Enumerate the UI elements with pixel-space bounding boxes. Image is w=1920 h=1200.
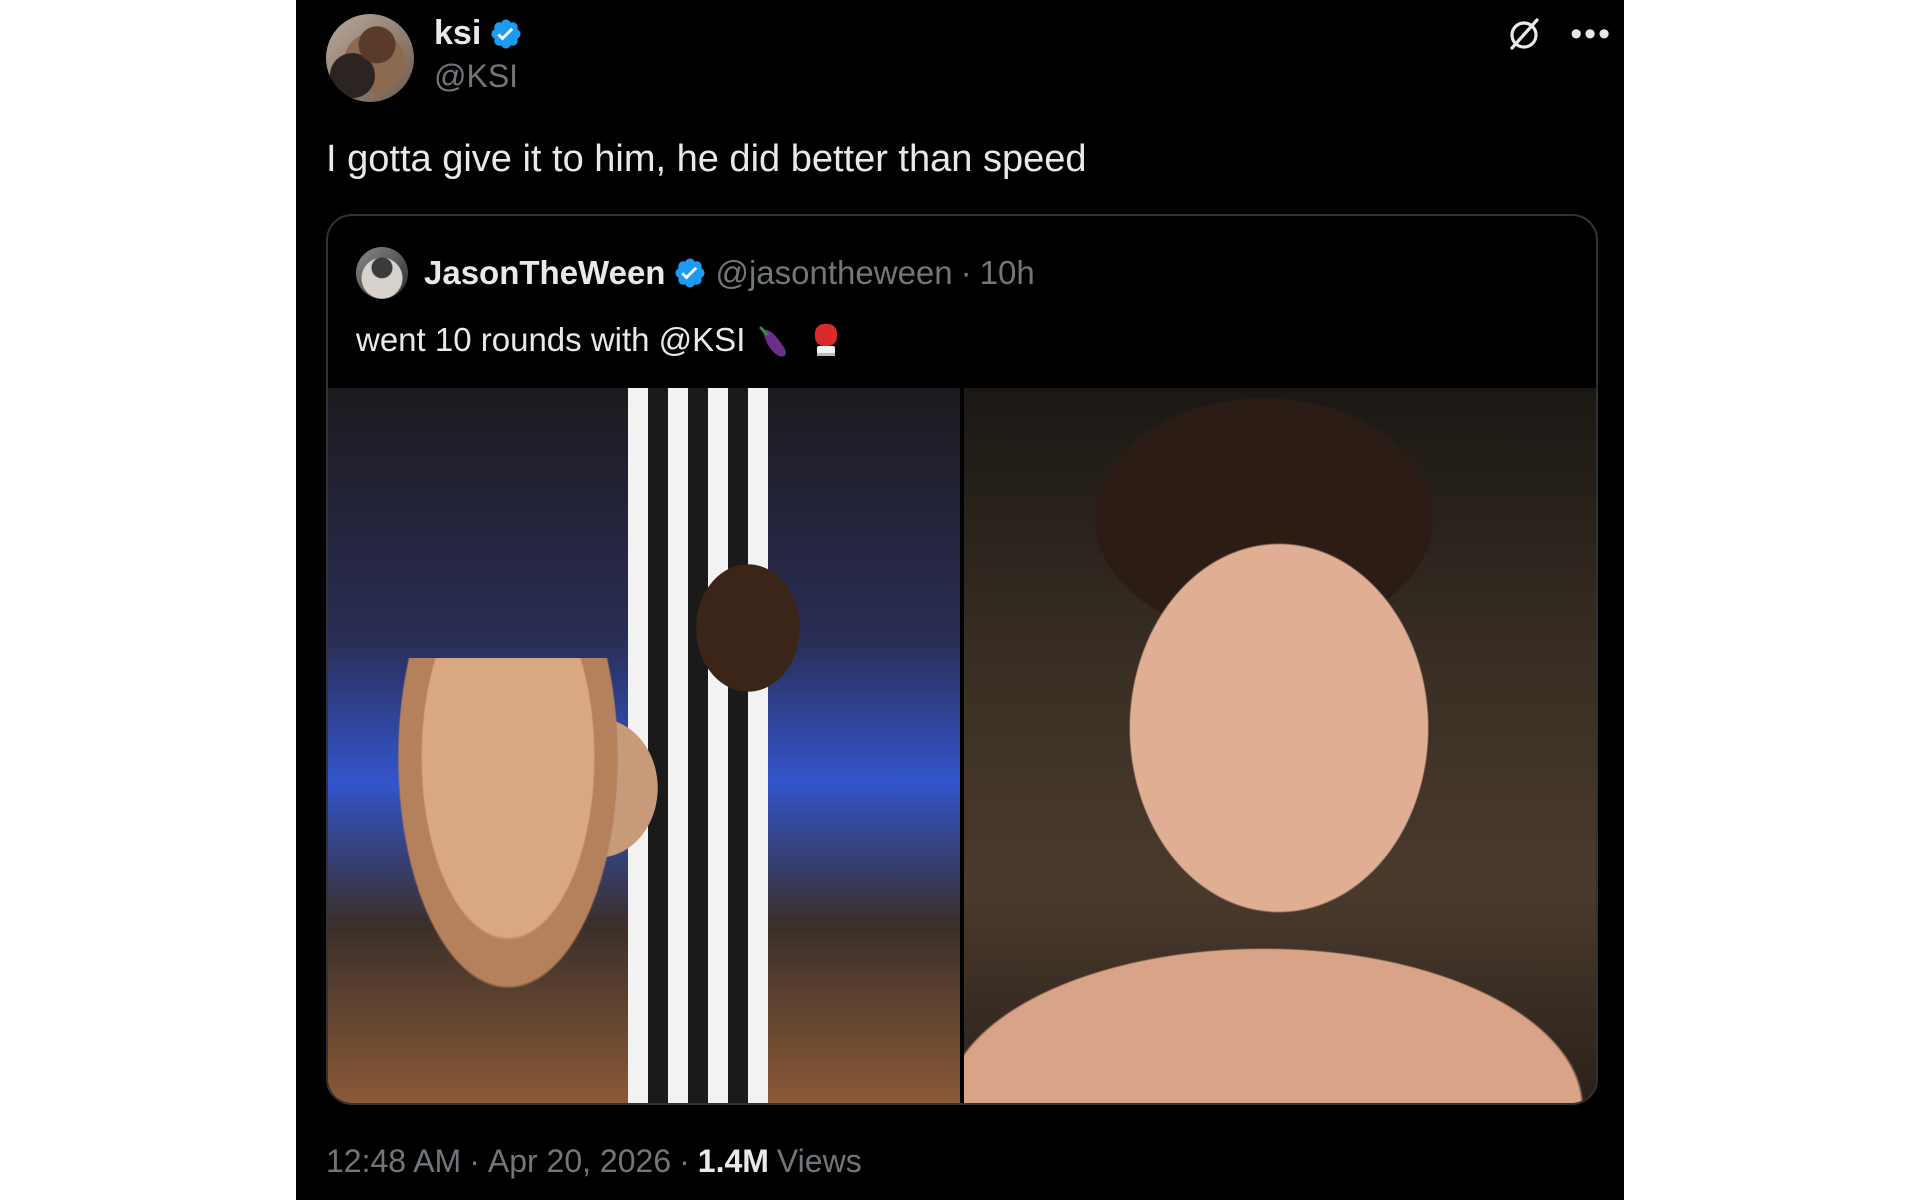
quoted-tweet-time[interactable]: 10h — [980, 254, 1035, 292]
verified-badge-icon — [675, 258, 705, 288]
more-icon[interactable]: ••• — [1570, 17, 1612, 51]
boxing-gym-photo[interactable] — [328, 388, 960, 1103]
quoted-tweet-text-row: went 10 rounds with @KSI — [356, 320, 845, 360]
quoted-tweet-text: went 10 rounds with @KSI — [356, 321, 746, 358]
tweet-card[interactable]: ksi @KSI ••• I gotta give it to him, he … — [296, 0, 1624, 1200]
tweet-date[interactable]: Apr 20, 2026 — [488, 1143, 671, 1180]
quoted-author-avatar[interactable] — [356, 247, 408, 299]
quoted-tweet[interactable]: JasonTheWeen @jasontheween · 10h went 10… — [326, 214, 1598, 1105]
quoted-author-display-name[interactable]: JasonTheWeen — [424, 254, 665, 292]
eggplant-emoji — [759, 326, 787, 357]
verified-badge-icon — [491, 18, 521, 49]
quoted-author-handle[interactable]: @jasontheween — [715, 254, 952, 292]
author-name-row: ksi — [434, 14, 523, 53]
separator-dot: · — [469, 1143, 480, 1179]
selfie-photo[interactable] — [964, 388, 1596, 1103]
author-handle[interactable]: @KSI — [434, 58, 518, 95]
tweet-text: I gotta give it to him, he did better th… — [326, 138, 1087, 180]
quoted-tweet-header: JasonTheWeen @jasontheween · 10h — [356, 246, 1035, 300]
separator-dot: · — [960, 254, 972, 291]
author-display-name[interactable]: ksi — [434, 14, 481, 53]
tweet-actions-top: ••• — [1504, 14, 1612, 54]
separator-dot: · — [679, 1143, 690, 1179]
author-avatar[interactable] — [326, 14, 414, 102]
tweet-footer: 12:48 AM · Apr 20, 2026 · 1.4M Views — [326, 1143, 862, 1180]
views-label: Views — [776, 1143, 862, 1179]
tweet-time[interactable]: 12:48 AM — [326, 1143, 461, 1180]
grok-icon[interactable] — [1504, 14, 1544, 54]
boxing-glove-emoji — [815, 324, 838, 356]
views-count[interactable]: 1.4M — [698, 1143, 769, 1180]
quoted-tweet-media — [328, 388, 1596, 1103]
